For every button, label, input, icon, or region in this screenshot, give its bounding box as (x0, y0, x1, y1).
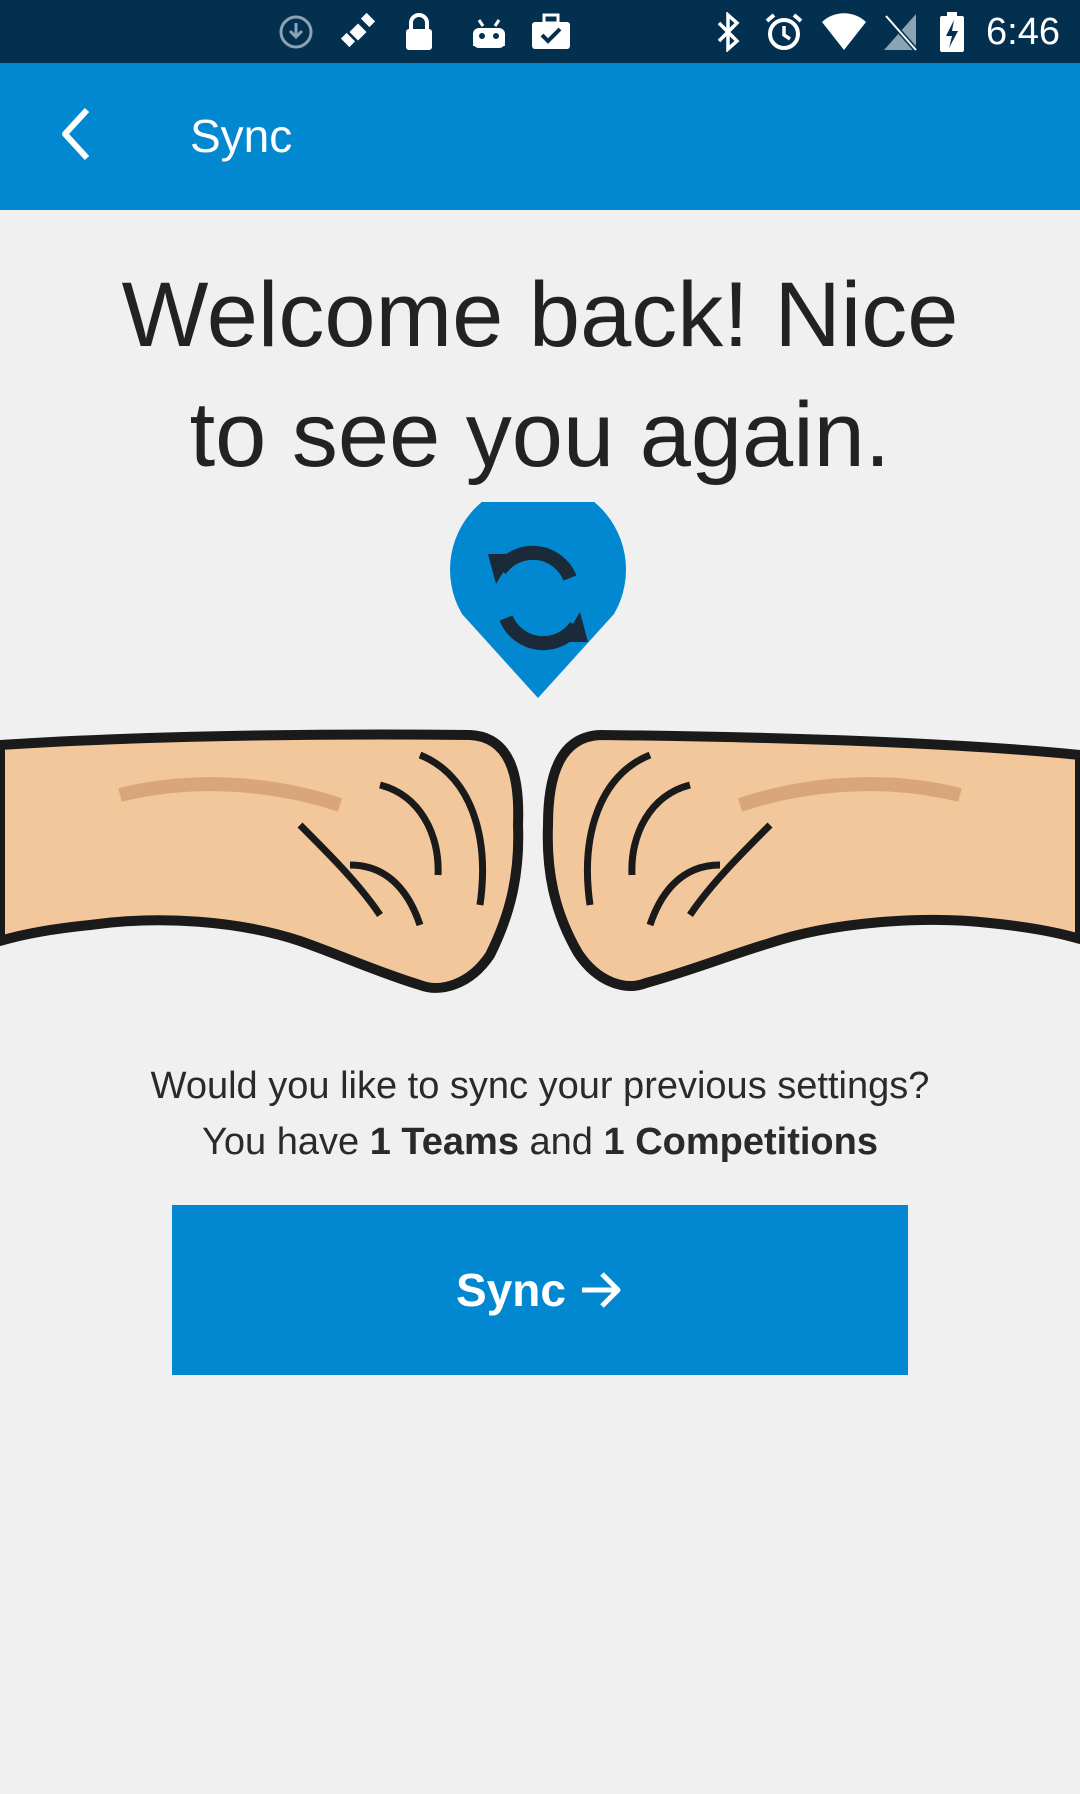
briefcase-check-icon (530, 10, 572, 54)
sync-badge-image (448, 481, 628, 702)
sync-button[interactable]: Sync (172, 1205, 908, 1375)
android-icon (470, 10, 508, 54)
bluetooth-icon (716, 10, 742, 54)
teams-count: 1 Teams (369, 1121, 519, 1163)
sync-button-label: Sync (456, 1264, 566, 1316)
welcome-line-1: Welcome back! Nice (121, 264, 959, 366)
battery-charging-icon (938, 10, 966, 54)
sync-summary: You have 1 Teams and 1 Competitions (110, 1114, 970, 1170)
chevron-left-icon (59, 106, 93, 167)
sync-message: Would you like to sync your previous set… (110, 1058, 970, 1170)
summary-middle: and (518, 1121, 604, 1163)
lock-icon (404, 10, 434, 54)
page-title: Sync (190, 110, 293, 162)
alarm-icon (764, 10, 804, 54)
status-bar: 6:46 (0, 0, 1080, 63)
sync-question: Would you like to sync your previous set… (150, 1065, 930, 1107)
toolbar: Sync (0, 63, 1080, 210)
welcome-line-2: to see you again. (189, 384, 891, 486)
wifi-icon (820, 10, 868, 54)
status-time: 6:46 (986, 11, 1060, 53)
summary-prefix: You have (202, 1121, 370, 1163)
back-button[interactable] (48, 101, 104, 171)
arrow-right-icon (580, 1270, 624, 1310)
fist-bump-image (0, 715, 1080, 1000)
competitions-count: 1 Competitions (603, 1121, 878, 1163)
welcome-heading: Welcome back! Nice to see you again. (70, 255, 1010, 495)
no-sim-icon (882, 10, 920, 54)
download-icon (278, 10, 314, 54)
satellite-icon (338, 10, 382, 54)
